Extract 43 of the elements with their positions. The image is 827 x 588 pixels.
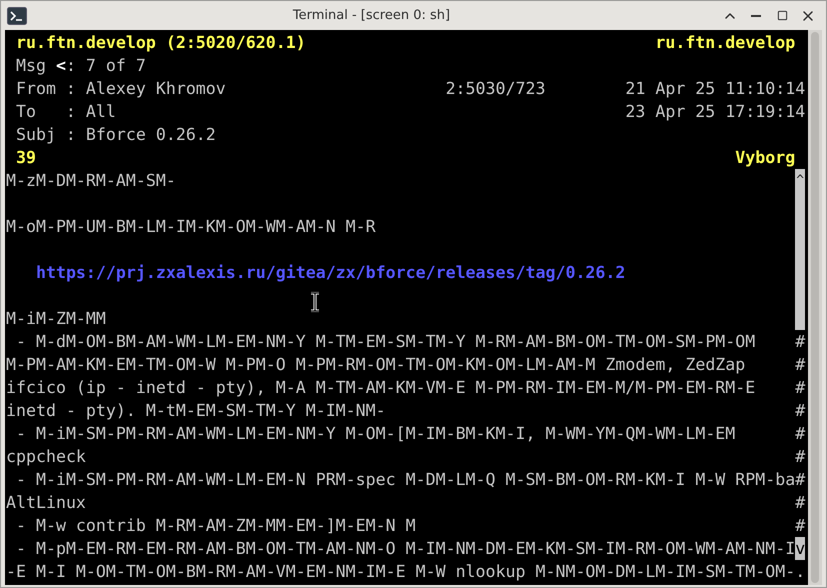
scrollbar-track: # xyxy=(795,515,806,537)
message-date: 23 Apr 25 17:19:14 xyxy=(625,101,806,123)
message-link[interactable]: https://prj.zxalexis.ru/gitea/zx/bforce/releases/tag/0.26.2 xyxy=(6,261,626,284)
message-line: M-zM-DM-RM-AM-SM- xyxy=(6,170,176,192)
minimize-icon xyxy=(751,14,761,16)
window-scrollbar[interactable] xyxy=(808,30,822,585)
node-address: 2:5030/723 xyxy=(446,78,546,100)
message-line: ifcico (ip - inetd - pty), M-A M-TM-AM-KM-VM-E M-PM-RM-IM-EM-M/M-PM-EM-RM-E xyxy=(6,377,756,399)
header-field: From : Alexey Khromov xyxy=(16,77,226,100)
message-line: - M-w contrib M-RM-AM-ZM-MM-EM-]M-EM-N M xyxy=(14,515,416,537)
text-cursor-icon xyxy=(310,292,320,312)
message-line: - M-pM-EM-RM-EM-RM-AM-BM-OM-TM-AM-NM-O M-IM-NM-DM-EM-KM-SM-IM-RM-OM-WM-AM-NM-I xyxy=(14,538,796,560)
header-label: Vyborg xyxy=(735,147,796,169)
message-date: 21 Apr 25 11:10:14 xyxy=(625,78,806,100)
message-line: - M-dM-OM-BM-AM-WM-LM-EM-NM-Y M-TM-EM-SM-TM-Y M-RM-AM-BM-OM-TM-OM-SM-PM-OM xyxy=(14,331,756,353)
window-title: Terminal - [screen 0: sh] xyxy=(292,8,452,23)
scrollbar-track: # xyxy=(795,331,806,353)
scrollbar-track: # xyxy=(795,492,806,514)
header-field: Msg <: 7 of 7 xyxy=(16,54,146,77)
header-field: To : All xyxy=(16,100,116,123)
maximize-icon xyxy=(776,10,788,21)
message-line: cppcheck xyxy=(6,446,86,468)
header-field: Subj : Bforce 0.26.2 xyxy=(16,123,216,146)
scrollbar-track: # xyxy=(795,469,806,491)
header-title: 39 xyxy=(16,147,36,169)
message-line: - M-iM-SM-PM-RM-AM-WM-LM-EM-NM-Y M-OM-[M-IM-BM-KM-I, M-WM-YM-QM-WM-LM-EM xyxy=(14,423,736,445)
message-line: - M-iM-SM-PM-RM-AM-WM-LM-EM-N PRM-spec M-DM-LM-Q M-SM-BM-OM-RM-KM-I M-W RPM-ba xyxy=(14,469,796,491)
terminal-icon xyxy=(7,6,27,24)
scrollbar-track: # xyxy=(795,400,806,422)
scroll-up-arrow[interactable]: ^ xyxy=(796,169,804,192)
message-line: inetd - pty). M-tM-EM-SM-TM-Y M-IM-NM- xyxy=(6,400,386,422)
message-line: M-iM-ZM-MM xyxy=(6,308,106,330)
scrollbar-track: # xyxy=(795,423,806,445)
header-title: ru.ftn.develop (2:5020/620.1) xyxy=(16,32,306,54)
scrollbar-thumb[interactable]: ^ xyxy=(795,169,806,330)
message-line: M-PM-AM-KM-EM-TM-OM-W M-PM-O M-PM-RM-OM-TM-OM-KM-OM-LM-AM-M Zmodem, ZedZap xyxy=(6,354,746,376)
scrollbar-track: # xyxy=(795,354,806,376)
message-line: AltLinux xyxy=(6,492,86,514)
scrollbar-track: # xyxy=(795,446,806,468)
message-line: -E M-I M-OM-TM-OM-BM-RM-AM-VM-EM-NM-IM-E M-W nlookup M-NM-OM-DM-LM-IM-SM-TM-OM-. xyxy=(6,561,806,583)
scrollbar-track: # xyxy=(795,377,806,399)
header-label: ru.ftn.develop xyxy=(655,32,796,54)
message-line: M-oM-PM-UM-BM-LM-IM-KM-OM-WM-AM-N M-R xyxy=(6,216,376,238)
